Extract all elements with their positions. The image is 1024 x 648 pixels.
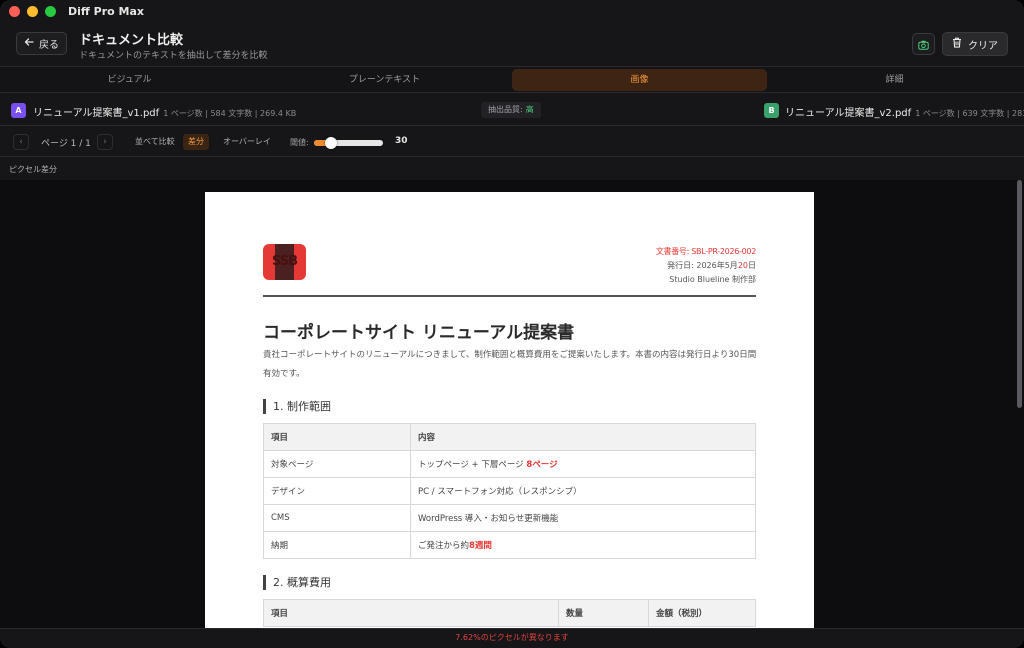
scope-table: 項目 内容 対象ページ トップページ + 下層ページ 8ページ デザイン PC … (263, 423, 756, 559)
app-title: Diff Pro Max (68, 4, 144, 18)
table-cell: トップページ + 下層ページ 8ページ (410, 450, 756, 478)
issue-date: 発行日: 2026年5月20日 (667, 261, 756, 270)
table-cell: PC / スマートフォン対応（レスポンシブ） (410, 477, 756, 505)
logo-text: SSB (271, 254, 298, 269)
table-cell: 対象ページ (263, 450, 411, 478)
table-cell: デザイン (263, 477, 411, 505)
table-header-cell: 項目 (263, 599, 559, 627)
section-heading-scope: 1. 制作範囲 (263, 399, 331, 414)
tab-plain-text[interactable]: プレーンテキスト (257, 69, 512, 91)
window-controls (9, 5, 56, 17)
clear-label: クリア (968, 40, 998, 52)
back-label: 戻る (39, 40, 59, 51)
table-header-cell: 内容 (410, 423, 756, 451)
page-title: ドキュメント比較 (79, 33, 184, 48)
table-row: デザイン PC / スマートフォン対応（レスポンシブ） (263, 477, 756, 505)
table-header-cell: 金額（税別） (648, 599, 756, 627)
document-title: コーポレートサイト リニューアル提案書 (263, 323, 575, 343)
diff-highlight: 8ページ (526, 460, 558, 470)
page-subtitle: ドキュメントのテキストを抽出して差分を比較 (79, 51, 268, 61)
diff-viewer[interactable]: SSB 文書番号: SBL-PR-2026-002 発行日: 2026年5月20… (0, 180, 1024, 628)
threshold-slider[interactable] (314, 137, 383, 149)
tab-image[interactable]: 画像 (512, 68, 767, 91)
cost-table: 項目 数量 金額（税別） (263, 599, 756, 627)
trash-icon (952, 37, 962, 51)
company-logo: SSB (263, 244, 306, 280)
arrow-left-icon (24, 37, 34, 50)
header-rule (263, 295, 756, 297)
threshold-value: 30 (395, 136, 408, 146)
table-cell: CMS (263, 504, 411, 532)
close-window-button[interactable] (9, 5, 20, 17)
issuer: Studio Blueline 制作部 (669, 275, 756, 284)
zoom-window-button[interactable] (45, 5, 56, 17)
app-window: Diff Pro Max 戻る ドキュメント比較 ドキュメントのテキストを抽出し… (0, 0, 1024, 648)
view-toolbar: ‹ ページ 1 / 1 › 並べて比較 差分 オーバーレイ 閾値: 30 (0, 127, 1024, 157)
viewer-scrollbar[interactable] (1017, 180, 1022, 408)
file-a-meta: 1 ページ数 | 584 文字数 | 269.4 KB (163, 109, 297, 118)
threshold-slider-knob[interactable] (325, 137, 338, 149)
next-page-button[interactable]: › (97, 134, 113, 150)
file-info-row: A リニューアル提案書_v1.pdf 1 ページ数 | 584 文字数 | 269… (0, 92, 1024, 126)
prev-page-button[interactable]: ‹ (13, 134, 29, 150)
table-header-cell: 項目 (263, 423, 411, 451)
status-bar: 7.62%のピクセルが異なります (0, 628, 1024, 648)
document-intro: 貴社コーポレートサイトのリニューアルにつきまして、制作範囲と概算費用をご提案いた… (263, 350, 757, 379)
extraction-quality-badge: 抽出品質: 高 (481, 102, 541, 118)
title-bar: Diff Pro Max (0, 0, 1024, 22)
table-header-cell: 数量 (558, 599, 649, 627)
camera-icon (918, 35, 929, 54)
pixel-diff-label: ピクセル差分 (9, 165, 57, 174)
issue-date-diff: 20 (737, 261, 748, 270)
table-row: 納期 ご発注から約8週間 (263, 531, 756, 559)
document-page: SSB 文書番号: SBL-PR-2026-002 発行日: 2026年5月20… (205, 192, 814, 628)
tab-bar: ビジュアル プレーンテキスト 画像 詳細 (0, 66, 1024, 92)
file-a-badge: A (11, 103, 26, 118)
clear-button[interactable]: クリア (942, 32, 1008, 56)
table-cell: ご発注から約8週間 (410, 531, 756, 559)
table-row: 対象ページ トップページ + 下層ページ 8ページ (263, 450, 756, 478)
diff-highlight: 8週間 (469, 541, 492, 551)
tab-details[interactable]: 詳細 (767, 69, 1022, 91)
mode-diff[interactable]: 差分 (183, 134, 209, 150)
file-a-name: リニューアル提案書_v1.pdf (33, 108, 160, 119)
document-number: 文書番号: SBL-PR-2026-002 (655, 247, 756, 256)
table-header-row: 項目 数量 金額（税別） (263, 599, 756, 627)
quality-label: 抽出品質: (488, 105, 523, 114)
file-b-badge: B (764, 103, 779, 118)
page-indicator: ページ 1 / 1 (41, 139, 91, 149)
file-b-info: リニューアル提案書_v2.pdf1 ページ数 | 639 文字数 | 283.3… (785, 104, 1024, 119)
table-cell: WordPress 導入・お知らせ更新機能 (410, 504, 756, 532)
threshold-label: 閾値: (290, 138, 309, 147)
tab-visual[interactable]: ビジュアル (2, 69, 257, 91)
file-b-meta: 1 ページ数 | 639 文字数 | 283.3 KB (915, 109, 1024, 118)
table-header-row: 項目 内容 (263, 423, 756, 451)
document-meta: 文書番号: SBL-PR-2026-002 発行日: 2026年5月20日 St… (656, 245, 756, 287)
screenshot-button[interactable] (912, 33, 935, 55)
diff-percentage-text: 7.62%のピクセルが異なります (455, 633, 569, 642)
file-a-info: リニューアル提案書_v1.pdf 1 ページ数 | 584 文字数 | 269.4… (33, 104, 296, 119)
mode-overlay[interactable]: オーバーレイ (218, 134, 276, 150)
section-heading-cost: 2. 概算費用 (263, 575, 331, 590)
file-b-name: リニューアル提案書_v2.pdf (785, 108, 912, 119)
table-row: CMS WordPress 導入・お知らせ更新機能 (263, 504, 756, 532)
table-cell: 納期 (263, 531, 411, 559)
minimize-window-button[interactable] (27, 5, 38, 17)
mode-side-by-side[interactable]: 並べて比較 (130, 134, 180, 150)
quality-value: 高 (525, 105, 534, 114)
back-button[interactable]: 戻る (16, 32, 67, 55)
header: 戻る ドキュメント比較 ドキュメントのテキストを抽出して差分を比較 クリア (0, 22, 1024, 66)
